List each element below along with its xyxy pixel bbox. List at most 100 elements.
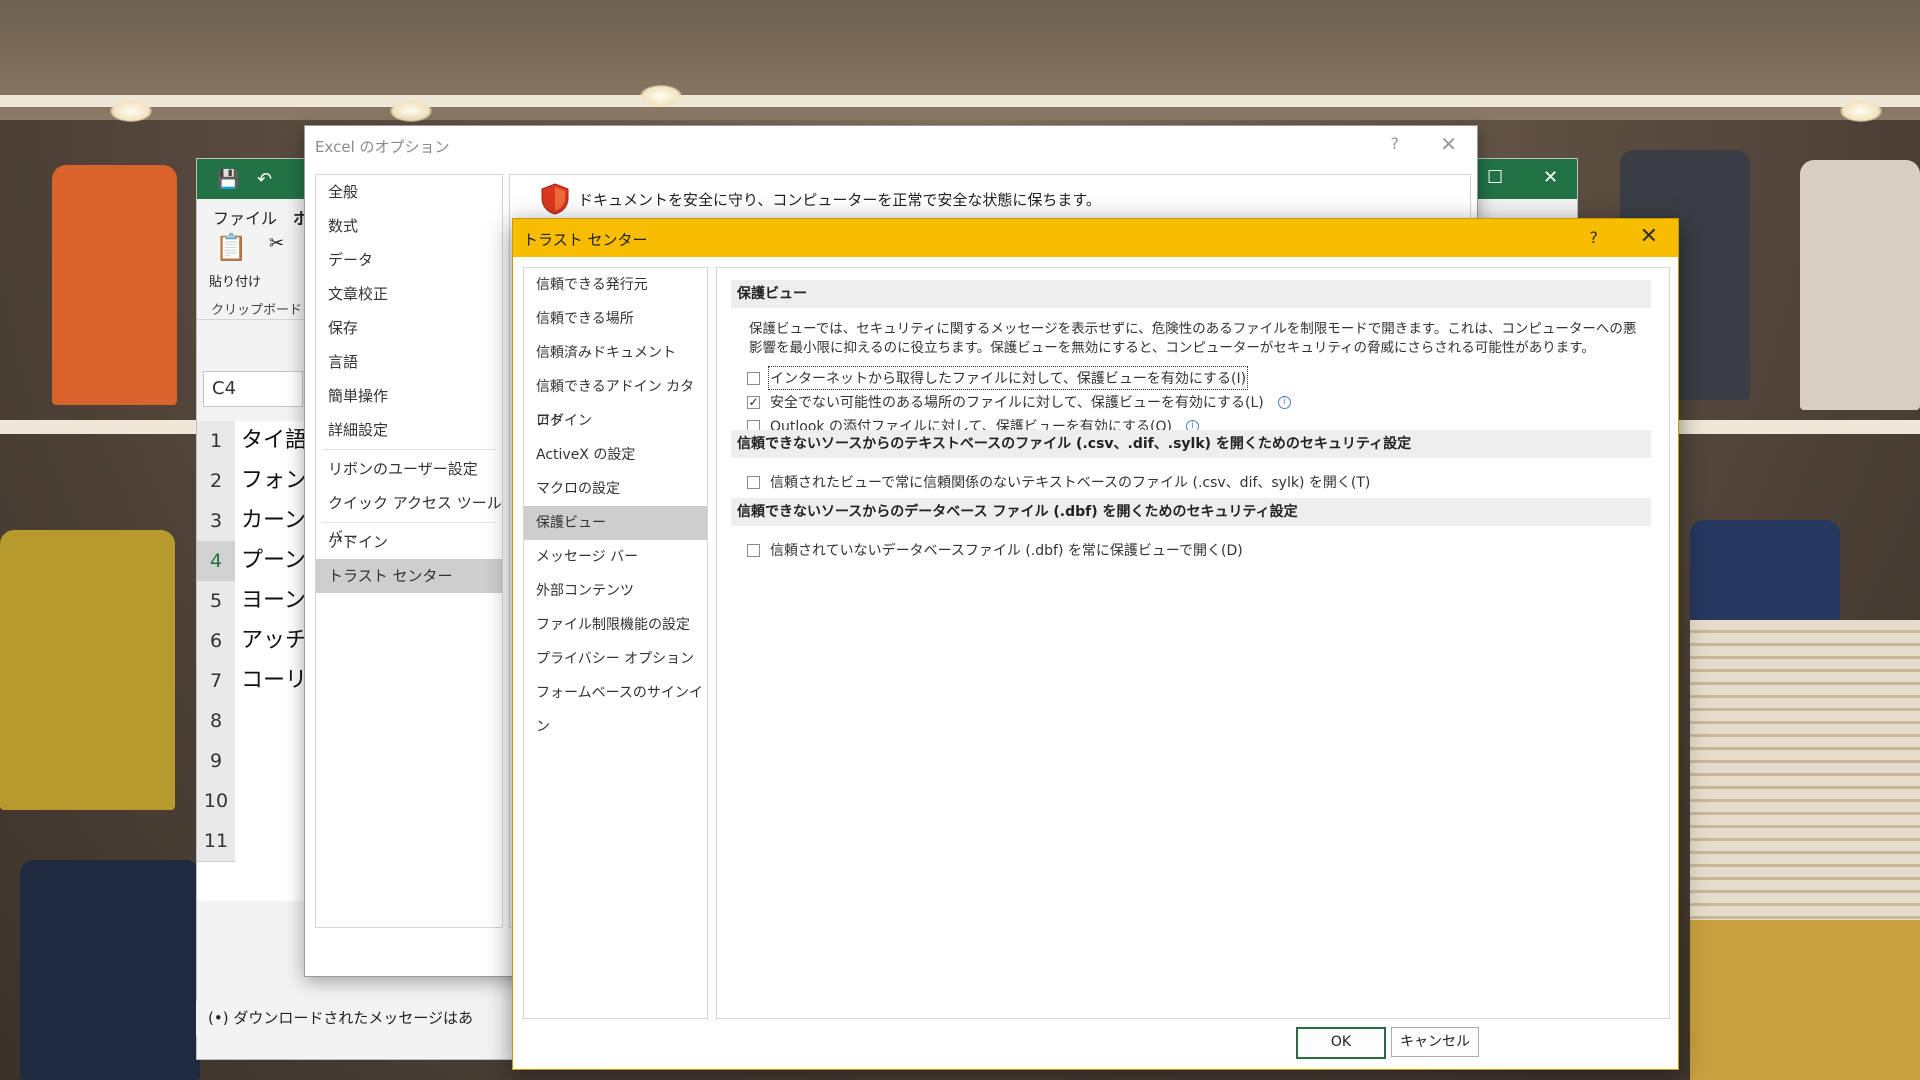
row-header[interactable]: 5 bbox=[197, 581, 235, 622]
checkbox[interactable] bbox=[747, 371, 760, 385]
info-icon[interactable]: i bbox=[1277, 395, 1291, 409]
checkbox-checked[interactable]: ✓ bbox=[747, 395, 760, 409]
paste-icon[interactable]: 📋 bbox=[215, 233, 247, 263]
tc-nav-item-privacy[interactable]: プライバシー オプション bbox=[524, 642, 707, 676]
row-header[interactable]: 2 bbox=[197, 461, 235, 502]
trust-center-main-panel: 保護ビュー 保護ビューでは、セキュリティに関するメッセージを表示せずに、危険性の… bbox=[716, 267, 1670, 1019]
background-shirt bbox=[52, 165, 177, 405]
name-box[interactable]: C4 bbox=[203, 371, 303, 407]
tab-file[interactable]: ファイル bbox=[213, 205, 277, 229]
option-label[interactable]: インターネットから取得したファイルに対して、保護ビューを有効にする(I) bbox=[767, 366, 1249, 390]
tc-nav-item-external-content[interactable]: 外部コンテンツ bbox=[524, 574, 707, 608]
tc-nav-item-protected-view[interactable]: 保護ビュー bbox=[524, 506, 707, 540]
cut-icon[interactable]: ✂ bbox=[269, 233, 284, 254]
background-shelf-sign bbox=[1690, 920, 1920, 1080]
options-nav-item-save[interactable]: 保存 bbox=[316, 311, 502, 345]
cell[interactable]: ヨーン bbox=[237, 581, 306, 621]
trust-center-title-bar: トラスト センター ? ✕ bbox=[513, 219, 1678, 257]
options-nav-item-addins[interactable]: アドイン bbox=[316, 525, 502, 559]
options-nav-item-proofing[interactable]: 文章校正 bbox=[316, 277, 502, 311]
options-header-text: ドキュメントを安全に守り、コンピューターを正常で安全な状態に保ちます。 bbox=[578, 190, 1101, 209]
database-file-section-title: 信頼できないソースからのデータベース ファイル (.dbf) を開くためのセキュ… bbox=[731, 498, 1651, 526]
tc-nav-item-trusted-locations[interactable]: 信頼できる場所 bbox=[524, 302, 707, 336]
help-icon[interactable]: ? bbox=[1590, 228, 1599, 247]
cell[interactable]: タイ語 bbox=[237, 421, 307, 461]
paste-label[interactable]: 貼り付け bbox=[209, 271, 261, 290]
text-file-option[interactable]: 信頼されたビューで常に信頼関係のないテキストベースのファイル (.csv、dif… bbox=[747, 472, 1370, 492]
protected-view-option-internet[interactable]: インターネットから取得したファイルに対して、保護ビューを有効にする(I) bbox=[747, 366, 1249, 390]
options-nav-item-general[interactable]: 全般 bbox=[316, 175, 502, 209]
tc-nav-item-macro[interactable]: マクロの設定 bbox=[524, 472, 707, 506]
save-icon[interactable]: 💾 bbox=[217, 169, 239, 190]
background-shirt bbox=[1800, 160, 1920, 410]
options-nav-item-accessibility[interactable]: 簡単操作 bbox=[316, 379, 502, 413]
tc-nav-item-message-bar[interactable]: メッセージ バー bbox=[524, 540, 707, 574]
options-nav-item-qat[interactable]: クイック アクセス ツール バー bbox=[316, 486, 502, 546]
protected-view-section-title: 保護ビュー bbox=[731, 280, 1651, 308]
close-icon[interactable]: ✕ bbox=[1440, 132, 1457, 156]
cell[interactable]: フォン bbox=[237, 461, 307, 501]
tc-nav-item-trusted-publishers[interactable]: 信頼できる発行元 bbox=[524, 268, 707, 302]
ok-button[interactable]: OK bbox=[1296, 1027, 1386, 1059]
background-shirt bbox=[1690, 520, 1840, 630]
row-header[interactable]: 8 bbox=[197, 701, 235, 742]
clipboard-group-label: クリップボード bbox=[211, 303, 303, 318]
tc-nav-item-activex[interactable]: ActiveX の設定 bbox=[524, 438, 707, 472]
tc-nav-item-trusted-documents[interactable]: 信頼済みドキュメント bbox=[524, 336, 707, 370]
row-header[interactable]: 10 bbox=[197, 781, 235, 822]
row-header[interactable]: 7 bbox=[197, 661, 235, 702]
options-nav-divider bbox=[322, 449, 496, 450]
background-light bbox=[1840, 100, 1882, 122]
background-light bbox=[110, 100, 152, 122]
tc-nav-item-addins[interactable]: アドイン bbox=[524, 404, 707, 438]
notification-bar[interactable]: (•) ダウンロードされたメッセージはあ bbox=[196, 1001, 538, 1035]
row-header[interactable]: 6 bbox=[197, 621, 235, 662]
options-nav-item-trust-center[interactable]: トラスト センター bbox=[316, 559, 502, 593]
trust-center-nav: 信頼できる発行元 信頼できる場所 信頼済みドキュメント 信頼できるアドイン カタ… bbox=[523, 267, 708, 1019]
maximize-icon[interactable]: ☐ bbox=[1487, 167, 1503, 188]
help-icon[interactable]: ? bbox=[1391, 134, 1400, 153]
cancel-button[interactable]: キャンセル bbox=[1391, 1027, 1479, 1057]
options-nav-item-ribbon[interactable]: リボンのユーザー設定 bbox=[316, 452, 502, 486]
option-label[interactable]: 安全でない可能性のある場所のファイルに対して、保護ビューを有効にする(L) bbox=[770, 392, 1264, 412]
background-shelf bbox=[0, 420, 200, 434]
row-header[interactable]: 3 bbox=[197, 501, 235, 542]
cell[interactable]: プーン bbox=[237, 541, 306, 581]
background-light bbox=[640, 85, 682, 107]
checkbox[interactable] bbox=[747, 543, 760, 557]
options-nav: 全般 数式 データ 文章校正 保存 言語 簡単操作 詳細設定 リボンのユーザー設… bbox=[315, 174, 503, 928]
background-shelf bbox=[0, 95, 1920, 107]
background-shirt bbox=[20, 860, 200, 1080]
row-header[interactable]: 9 bbox=[197, 741, 235, 782]
cell[interactable]: コーリ bbox=[237, 661, 307, 701]
notification-text: ダウンロードされたメッセージはあ bbox=[233, 1009, 474, 1027]
shield-icon bbox=[541, 183, 569, 215]
database-file-option[interactable]: 信頼されていないデータベースファイル (.dbf) を常に保護ビューで開く(D) bbox=[747, 540, 1243, 560]
background-shirt-stack bbox=[1690, 620, 1920, 920]
checkbox[interactable] bbox=[747, 475, 760, 489]
protected-view-description: 保護ビューでは、セキュリティに関するメッセージを表示せずに、危険性のあるファイル… bbox=[749, 321, 1637, 356]
options-nav-item-language[interactable]: 言語 bbox=[316, 345, 502, 379]
options-header: ドキュメントを安全に守り、コンピューターを正常で安全な状態に保ちます。 bbox=[540, 183, 1101, 215]
options-nav-item-advanced[interactable]: 詳細設定 bbox=[316, 413, 502, 447]
options-dialog-title: Excel のオプション bbox=[315, 138, 450, 156]
protected-view-option-unsafe-locations[interactable]: ✓ 安全でない可能性のある場所のファイルに対して、保護ビューを有効にする(L) … bbox=[747, 392, 1291, 412]
cell[interactable]: アッチ bbox=[237, 621, 307, 661]
cell[interactable]: カーン bbox=[237, 501, 306, 541]
tc-nav-item-trusted-addin-catalogs[interactable]: 信頼できるアドイン カタログ bbox=[524, 370, 707, 429]
row-header[interactable]: 4 bbox=[197, 541, 235, 582]
row-header[interactable]: 11 bbox=[197, 821, 235, 862]
row-header[interactable]: 1 bbox=[197, 421, 235, 462]
tc-nav-item-form-signin[interactable]: フォームベースのサインイン bbox=[524, 676, 707, 735]
option-label[interactable]: 信頼されたビューで常に信頼関係のないテキストベースのファイル (.csv、dif… bbox=[770, 472, 1370, 492]
close-icon[interactable]: ✕ bbox=[1640, 224, 1658, 249]
options-nav-item-data[interactable]: データ bbox=[316, 243, 502, 277]
options-nav-item-formulas[interactable]: 数式 bbox=[316, 209, 502, 243]
tc-nav-item-file-block[interactable]: ファイル制限機能の設定 bbox=[524, 608, 707, 642]
option-label[interactable]: 信頼されていないデータベースファイル (.dbf) を常に保護ビューで開く(D) bbox=[770, 540, 1243, 560]
broadcast-icon: (•) bbox=[208, 1009, 229, 1027]
undo-icon[interactable]: ↶ bbox=[257, 169, 272, 190]
trust-center-title: トラスト センター bbox=[523, 231, 648, 249]
trust-center-dialog: トラスト センター ? ✕ 信頼できる発行元 信頼できる場所 信頼済みドキュメン… bbox=[512, 218, 1679, 1070]
close-icon[interactable]: ✕ bbox=[1543, 167, 1558, 188]
